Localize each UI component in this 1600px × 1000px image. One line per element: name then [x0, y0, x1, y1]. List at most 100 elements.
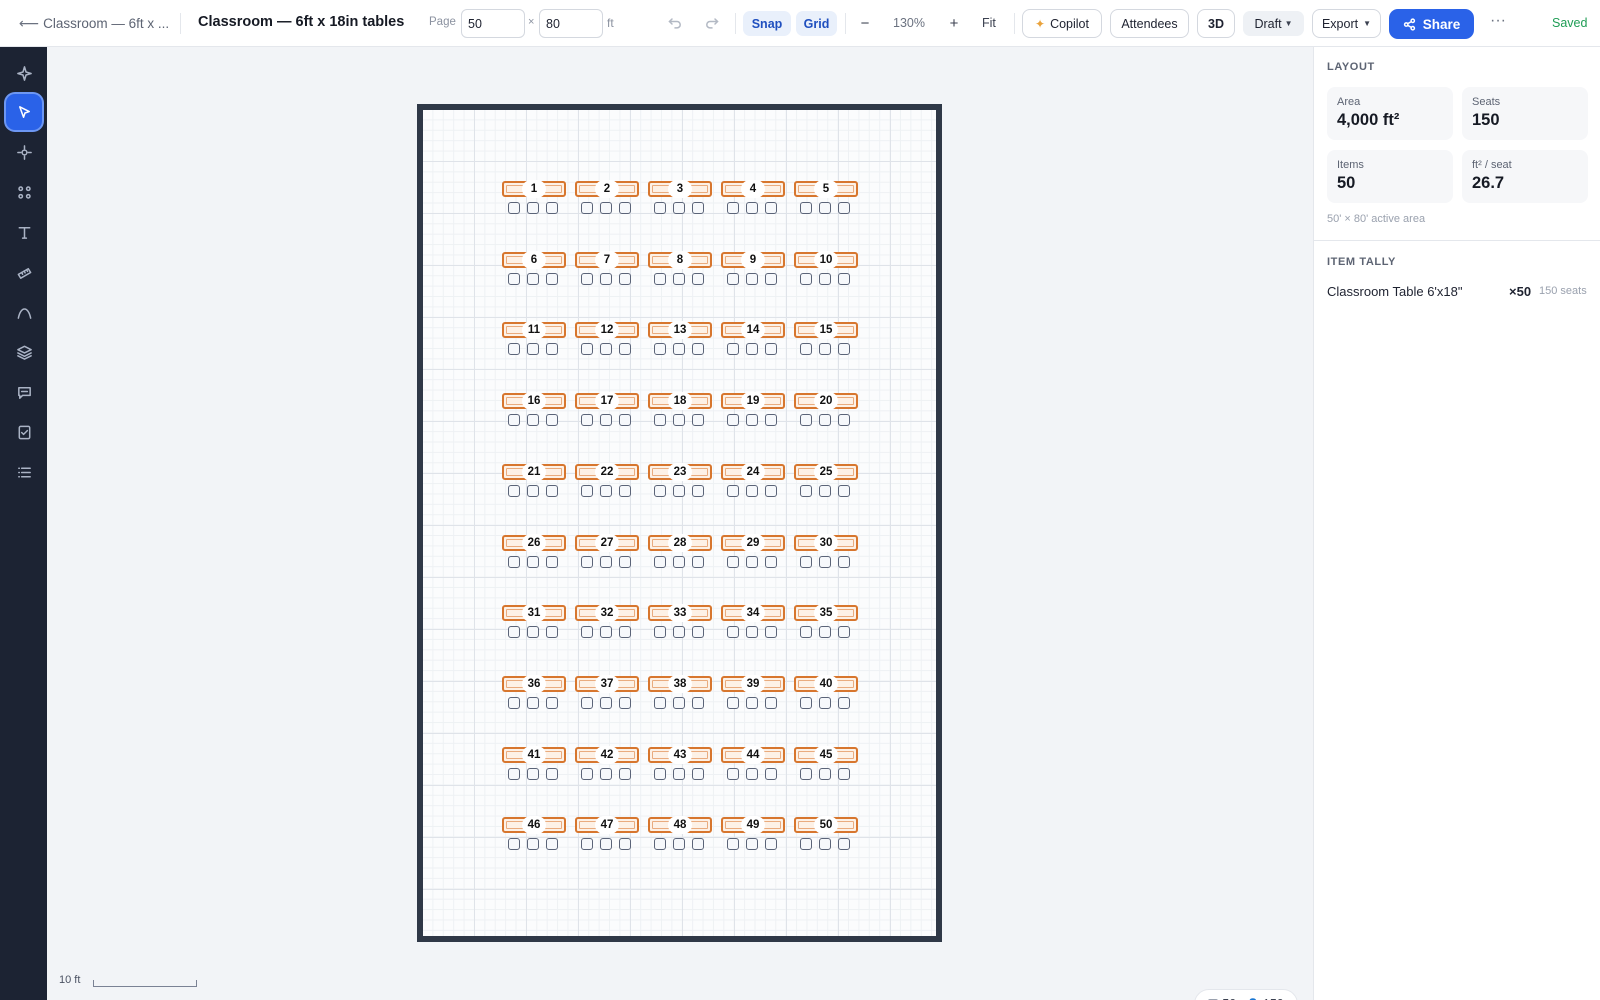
chair[interactable] [600, 272, 612, 285]
chair[interactable] [619, 343, 631, 356]
chair[interactable] [508, 696, 520, 709]
chair[interactable] [527, 767, 539, 780]
chair[interactable] [581, 767, 593, 780]
chair[interactable] [692, 343, 704, 356]
chair[interactable] [527, 696, 539, 709]
chair[interactable] [581, 343, 593, 356]
chair[interactable] [673, 202, 685, 214]
chair[interactable] [838, 343, 850, 356]
room-boundary[interactable]: 1 2 3 4 5 6 7 8 9 10 11 12 13 14 15 16 17 18 19 20 21 22 23 24 2… [417, 104, 942, 942]
chair[interactable] [819, 343, 831, 356]
classroom-table[interactable]: 9 [721, 250, 785, 286]
chair[interactable] [546, 343, 558, 356]
chair[interactable] [800, 343, 812, 356]
chair[interactable] [838, 272, 850, 285]
classroom-table[interactable]: 24 [721, 462, 785, 498]
chair[interactable] [619, 414, 631, 427]
chair[interactable] [673, 838, 685, 851]
back-link[interactable]: ⟵ Classroom — 6ft x ... [19, 15, 169, 32]
chair[interactable] [819, 626, 831, 639]
classroom-table[interactable]: 43 [648, 745, 712, 781]
chair[interactable] [838, 626, 850, 639]
chair[interactable] [727, 838, 739, 851]
classroom-table[interactable]: 8 [648, 250, 712, 286]
chair[interactable] [527, 626, 539, 639]
text-tool-button[interactable] [6, 214, 42, 250]
chair[interactable] [765, 343, 777, 356]
chair[interactable] [765, 484, 777, 497]
chair[interactable] [508, 414, 520, 427]
ai-tool-button[interactable] [6, 55, 42, 91]
chair[interactable] [619, 838, 631, 851]
chair[interactable] [727, 696, 739, 709]
document-title[interactable]: Classroom — 6ft x 18in tables [198, 14, 404, 30]
chair[interactable] [765, 414, 777, 427]
chair[interactable] [581, 484, 593, 497]
chair[interactable] [746, 838, 758, 851]
chair[interactable] [765, 555, 777, 568]
classroom-table[interactable]: 31 [502, 604, 566, 639]
fit-button[interactable]: Fit [982, 16, 996, 30]
chair[interactable] [619, 626, 631, 639]
curve-tool-button[interactable] [6, 294, 42, 330]
chair[interactable] [727, 626, 739, 639]
chair[interactable] [800, 767, 812, 780]
chair[interactable] [800, 838, 812, 851]
classroom-table[interactable]: 2 [575, 180, 639, 215]
chair[interactable] [527, 343, 539, 356]
layers-tool-button[interactable] [6, 334, 42, 370]
classroom-table[interactable]: 23 [648, 462, 712, 498]
chair[interactable] [746, 484, 758, 497]
chair[interactable] [838, 484, 850, 497]
chair[interactable] [508, 767, 520, 780]
chair[interactable] [765, 626, 777, 639]
classroom-table[interactable]: 32 [575, 604, 639, 639]
chair[interactable] [654, 202, 666, 214]
chair[interactable] [765, 767, 777, 780]
select-tool-button[interactable] [6, 94, 42, 130]
chair[interactable] [673, 272, 685, 285]
chair[interactable] [600, 555, 612, 568]
checklist-tool-button[interactable] [6, 414, 42, 450]
chair[interactable] [619, 767, 631, 780]
classroom-table[interactable]: 7 [575, 250, 639, 286]
chair[interactable] [546, 202, 558, 214]
chair[interactable] [654, 555, 666, 568]
chair[interactable] [600, 767, 612, 780]
classroom-table[interactable]: 26 [502, 533, 566, 569]
classroom-table[interactable]: 18 [648, 392, 712, 427]
chair[interactable] [508, 838, 520, 851]
share-button[interactable]: Share [1389, 9, 1474, 39]
attendees-button[interactable]: Attendees [1110, 9, 1189, 38]
chair[interactable] [838, 767, 850, 780]
chair[interactable] [727, 484, 739, 497]
classroom-table[interactable]: 48 [648, 816, 712, 851]
classroom-table[interactable]: 49 [721, 816, 785, 851]
chair[interactable] [800, 626, 812, 639]
measure-tool-button[interactable] [6, 254, 42, 290]
chair[interactable] [581, 838, 593, 851]
chair[interactable] [800, 272, 812, 285]
classroom-table[interactable]: 4 [721, 180, 785, 215]
chair[interactable] [819, 272, 831, 285]
chair[interactable] [838, 414, 850, 427]
chair[interactable] [727, 202, 739, 214]
chair[interactable] [765, 696, 777, 709]
chair[interactable] [727, 414, 739, 427]
classroom-table[interactable]: 39 [721, 674, 785, 710]
chair[interactable] [546, 272, 558, 285]
chair[interactable] [838, 555, 850, 568]
chair[interactable] [838, 838, 850, 851]
more-options-icon[interactable]: ··· [1487, 12, 1509, 34]
classroom-table[interactable]: 38 [648, 674, 712, 710]
chair[interactable] [581, 272, 593, 285]
chair[interactable] [819, 484, 831, 497]
chair[interactable] [692, 202, 704, 214]
snap-toggle[interactable]: Snap [743, 11, 791, 36]
chair[interactable] [673, 767, 685, 780]
classroom-table[interactable]: 1 [502, 180, 566, 215]
chair[interactable] [508, 555, 520, 568]
chair[interactable] [581, 555, 593, 568]
chair[interactable] [673, 484, 685, 497]
chair[interactable] [654, 484, 666, 497]
